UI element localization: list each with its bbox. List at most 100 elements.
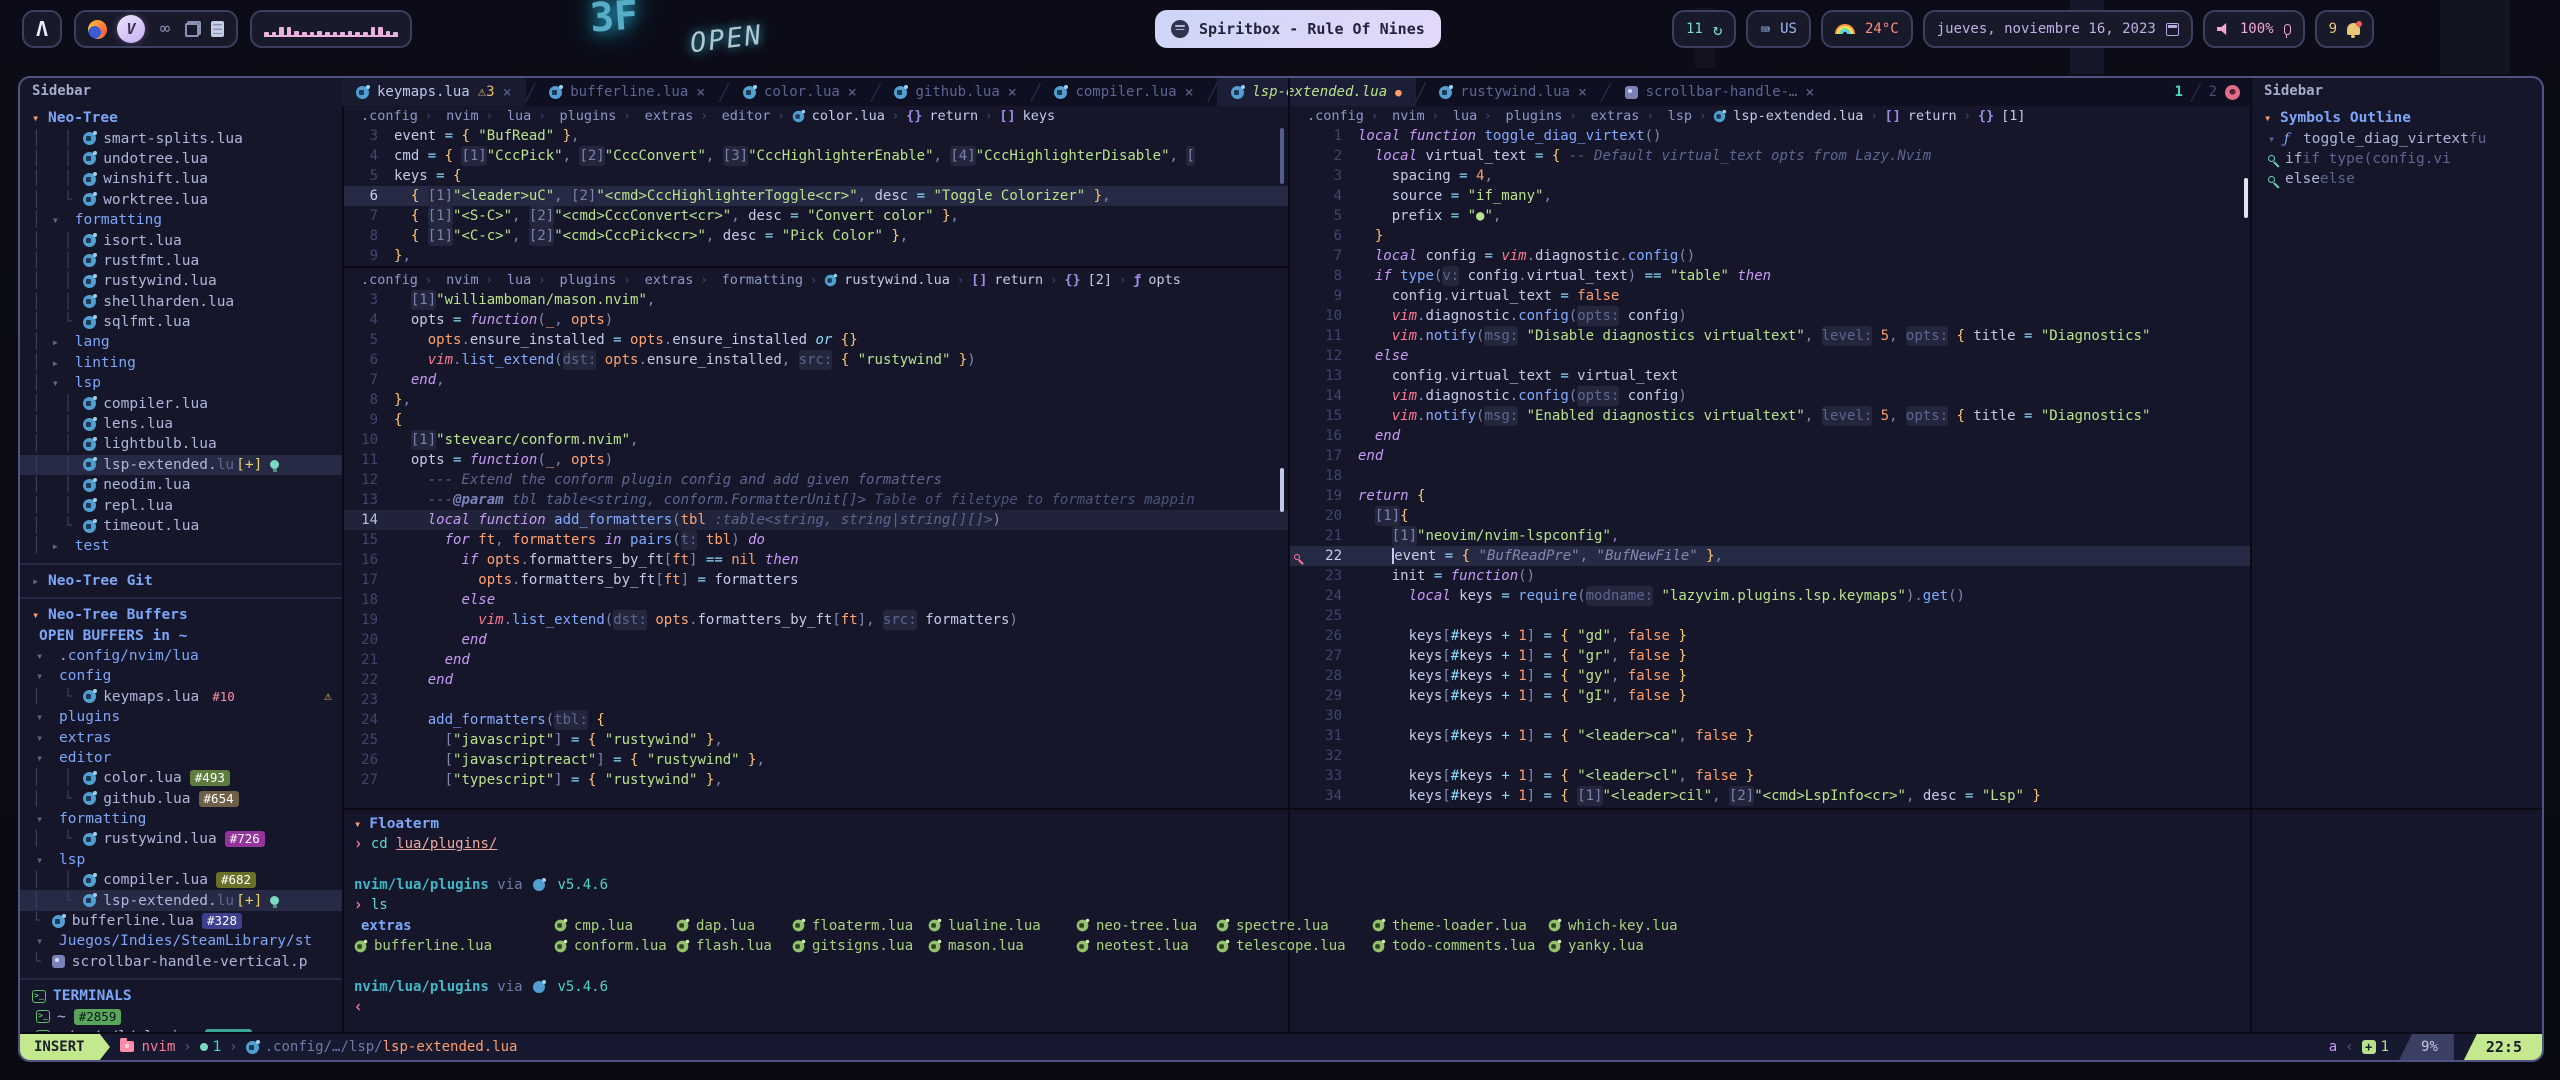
editor-tab[interactable]: lsp-extended.lua● (1217, 78, 1415, 106)
keyboard-layout-widget[interactable]: ⌨ US (1746, 10, 1811, 48)
editor-pane-lsp-extended-lua[interactable]: 1local function toggle_diag_virtext()2 l… (1290, 126, 2250, 808)
tree-row[interactable]: │ │ isort.lua (20, 230, 342, 250)
breadcrumb-item[interactable]: return (929, 108, 978, 124)
tree-row[interactable]: │ │ winshift.lua (20, 169, 342, 189)
editor-tab[interactable]: github.lua× (880, 78, 1030, 106)
gamepad-workspace-icon[interactable]: ∞ (155, 19, 175, 39)
launcher-button[interactable]: Λ (22, 10, 62, 48)
breadcrumb-item[interactable]: extras (1591, 108, 1640, 124)
tab-close-icon[interactable]: × (1805, 83, 1814, 101)
tree-row[interactable]: │ └ timeout.lua (20, 516, 342, 536)
tree-row[interactable]: ▾config (20, 666, 342, 686)
tree-row[interactable]: │ │ neodim.lua (20, 475, 342, 495)
scrollbar-thumb[interactable] (1280, 468, 1284, 512)
tree-row[interactable]: OPEN BUFFERS in ~ (20, 625, 342, 645)
tree-row[interactable]: ▾Juegos/Indies/SteamLibrary/st (20, 931, 342, 951)
tab-close-icon[interactable]: × (1185, 83, 1194, 101)
breadcrumb-item[interactable]: return (1908, 108, 1957, 124)
breadcrumb-item[interactable]: color.lua (812, 108, 885, 124)
breadcrumb-item[interactable]: return (994, 272, 1043, 288)
tab-close-icon[interactable]: × (1578, 83, 1587, 101)
editor-pane-color-lua[interactable]: 3event = { "BufRead" },4cmd = { [1]"CccP… (344, 126, 1288, 266)
breadcrumb-item[interactable]: extras (645, 272, 694, 288)
tree-row[interactable]: │ │ compiler.lua#682 (20, 870, 342, 890)
breadcrumb-item[interactable]: [1] (2001, 108, 2025, 124)
editor-tab[interactable]: scrollbar-handle-…× (1611, 78, 1829, 106)
tree-row[interactable]: else else (2252, 169, 2542, 189)
tree-row[interactable]: │ │ compiler.lua (20, 393, 342, 413)
updates-widget[interactable]: 11 ↻ (1672, 10, 1737, 48)
firefox-workspace-icon[interactable] (88, 20, 107, 39)
breadcrumb-item[interactable]: .config (361, 108, 418, 124)
tree-row[interactable]: │ ▸test (20, 536, 342, 556)
breadcrumb-item[interactable]: plugins (560, 272, 617, 288)
scrollbar-thumb[interactable] (2244, 178, 2248, 218)
tree-row[interactable]: │ │ shellharden.lua (20, 292, 342, 312)
tree-row[interactable]: │ ▸lang (20, 332, 342, 352)
tree-row[interactable]: └ scrollbar-handle-vertical.p (20, 952, 342, 972)
volume-widget[interactable]: 100% (2203, 10, 2305, 48)
tree-row[interactable]: ▾formatting (20, 809, 342, 829)
tree-row[interactable]: │ │ rustywind.lua (20, 271, 342, 291)
breadcrumb-item[interactable]: .config (361, 272, 418, 288)
tree-row[interactable]: if if type(config.vi (2252, 149, 2542, 169)
section-header[interactable]: ▾Symbols Outline (2252, 108, 2542, 128)
breadcrumb-item[interactable]: plugins (560, 108, 617, 124)
tree-row[interactable]: ▾.config/nvim/lua (20, 646, 342, 666)
editor-tab[interactable]: keymaps.lua⚠3× (342, 78, 526, 106)
tree-row[interactable]: │ └ github.lua#654 (20, 789, 342, 809)
tab-close-icon[interactable]: × (696, 83, 705, 101)
breadcrumb-item[interactable]: lsp (1668, 108, 1692, 124)
tree-row[interactable]: │ └ rustywind.lua#726 (20, 829, 342, 849)
tree-row[interactable]: │ ▸linting (20, 353, 342, 373)
tab-close-icon[interactable]: × (503, 83, 512, 101)
breadcrumb-item[interactable]: nvim (1392, 108, 1425, 124)
floaterm-header[interactable]: ▾ Floaterm (342, 810, 2544, 834)
breadcrumb-item[interactable]: lua (507, 272, 531, 288)
breadcrumb-item[interactable]: keys (1023, 108, 1056, 124)
tree-row[interactable]: │ │ color.lua#493 (20, 768, 342, 788)
tree-row[interactable]: │ │ lsp-extended.lu[+] (20, 455, 342, 475)
tree-row[interactable]: │ └ sqlfmt.lua (20, 312, 342, 332)
document-workspace-icon[interactable] (211, 21, 224, 37)
tree-row[interactable]: ▾plugins (20, 707, 342, 727)
tree-row[interactable]: ▾editor (20, 748, 342, 768)
tab-close-icon[interactable]: × (848, 83, 857, 101)
tab-close-icon[interactable]: × (1008, 83, 1017, 101)
editor-tab[interactable]: compiler.lua× (1040, 78, 1207, 106)
tree-row[interactable]: │ ▾formatting (20, 210, 342, 230)
breadcrumb-item[interactable]: formatting (722, 272, 803, 288)
breadcrumb-item[interactable]: lsp-extended.lua (1733, 108, 1863, 124)
notifications-widget[interactable]: 9 (2315, 10, 2374, 48)
editor-pane-rustywind-lua[interactable]: 3 [1]"williamboman/mason.nvim",4 opts = … (344, 290, 1288, 806)
tree-row[interactable]: └ bufferline.lua#328 (20, 911, 342, 931)
neovim-workspace-icon-active[interactable]: V (117, 15, 145, 43)
editor-tab[interactable]: color.lua× (729, 78, 871, 106)
window-separator[interactable] (342, 266, 1288, 268)
tree-row[interactable]: │ │ repl.lua (20, 495, 342, 515)
windows-workspace-icon[interactable] (185, 21, 201, 37)
breadcrumb-item[interactable]: editor (722, 108, 771, 124)
editor-tab[interactable]: rustywind.lua× (1425, 78, 1601, 106)
tree-row[interactable]: │ └ keymaps.lua#10⚠ (20, 687, 342, 707)
tree-row[interactable]: ▾extras (20, 727, 342, 747)
breadcrumb-item[interactable]: rustywind.lua (844, 272, 950, 288)
breadcrumb-item[interactable]: lua (1453, 108, 1477, 124)
breadcrumb-item[interactable]: .config (1307, 108, 1364, 124)
breadcrumb-item[interactable]: lua (507, 108, 531, 124)
tree-row[interactable]: │ │ smart-splits.lua (20, 128, 342, 148)
tree-row[interactable]: │ └ worktree.lua (20, 190, 342, 210)
date-widget[interactable]: jueves, noviembre 16, 2023 (1923, 10, 2193, 48)
tree-row[interactable]: │ ▾lsp (20, 373, 342, 393)
weather-widget[interactable]: 24°C (1821, 10, 1913, 48)
breadcrumb-item[interactable]: nvim (446, 272, 479, 288)
media-player-widget[interactable]: Spiritbox - Rule Of Nines (1155, 10, 1441, 48)
tree-row[interactable]: │ │ lightbulb.lua (20, 434, 342, 454)
breadcrumb-item[interactable]: extras (645, 108, 694, 124)
section-header[interactable]: ▸Neo-Tree Git (20, 571, 342, 591)
tree-row[interactable]: ▾toggle_diag_virtext fu (2252, 128, 2542, 148)
tabpage-other[interactable]: 2 (2209, 84, 2217, 100)
editor-tab[interactable]: bufferline.lua× (535, 78, 719, 106)
breadcrumb-item[interactable]: opts (1148, 272, 1181, 288)
tree-row[interactable]: │ │ lens.lua (20, 414, 342, 434)
